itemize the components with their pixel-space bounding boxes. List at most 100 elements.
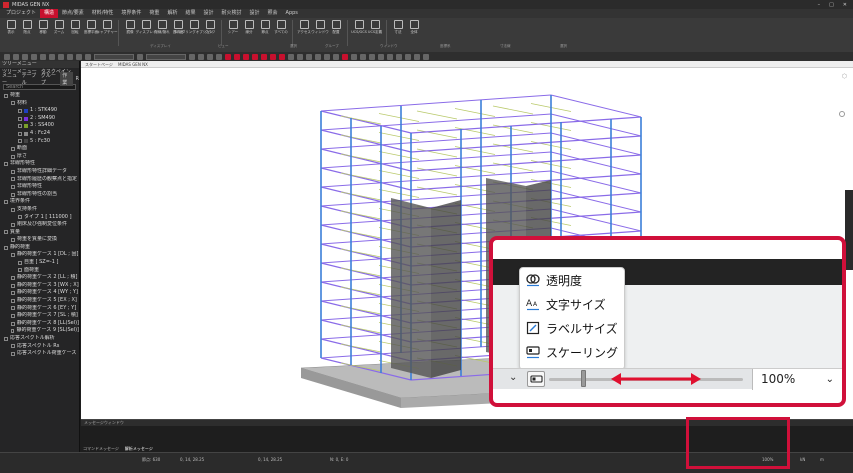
ribbon-button-1[interactable]: 陰点 [20,20,34,35]
subtab-2[interactable]: グループ [41,72,57,86]
ribbon-button-14[interactable]: 線分 [242,20,256,35]
tree-item[interactable]: 荷重を質量に変換 [0,236,79,244]
toolbar-button-icon[interactable] [423,53,429,60]
toolbar-button-icon[interactable] [396,53,402,60]
minimize-icon[interactable]: – [818,2,821,8]
tree-checkbox[interactable] [11,184,15,189]
tree-checkbox[interactable] [18,131,22,136]
toolbar-button-icon[interactable] [351,53,357,60]
toolbar-button-icon[interactable] [225,53,231,60]
ribbon-button-20[interactable]: UCS/GCS [351,20,367,34]
toolbar-button-icon[interactable] [360,53,366,60]
menu-12[interactable]: Apps [282,9,302,18]
toolbar-button-icon[interactable] [137,53,143,60]
toolbar-select[interactable] [94,53,134,60]
tree-item[interactable]: 静的荷重ケース 2 [LL ; 積] [0,274,79,282]
tree-checkbox[interactable] [11,344,15,349]
tree-checkbox[interactable] [11,146,15,151]
menu-item-label-size[interactable]: ラベルサイズ [526,318,618,338]
tree-checkbox[interactable] [4,93,8,98]
gear-icon[interactable] [839,111,845,117]
tree-item[interactable]: 荷重 [0,92,79,100]
menu-7[interactable]: 結果 [181,9,199,18]
menu-1[interactable]: 構造 [40,9,59,18]
tree-item[interactable]: 静的荷重ケース 8 [LL(Sel)] [0,320,79,328]
tree-checkbox[interactable] [4,200,8,205]
tree-checkbox[interactable] [18,268,22,273]
tree-checkbox[interactable] [11,306,15,311]
tree-item[interactable]: 支持条件 [0,206,79,214]
tree-checkbox[interactable] [11,283,15,288]
scaling-mode-button[interactable] [527,371,545,387]
toolbar-button-icon[interactable] [76,53,82,60]
toolbar-button-icon[interactable] [189,53,195,60]
status-length[interactable]: m [820,457,824,462]
toolbar-button-icon[interactable] [288,53,294,60]
subtab-1[interactable]: テーブル [22,72,38,86]
tree-checkbox[interactable] [4,162,8,167]
tree-item[interactable]: 断面 [0,145,79,153]
tree-checkbox[interactable] [18,124,22,129]
tree-checkbox[interactable] [4,245,8,250]
ribbon-button-15[interactable]: 節点 [258,20,272,35]
close-icon[interactable]: ✕ [843,2,847,8]
tree-item[interactable]: 厚さ [0,153,79,161]
ribbon-button-0[interactable]: 表示 [4,20,18,35]
ribbon-button-23[interactable]: 全体 [407,20,421,35]
toolbar-button-icon[interactable] [369,53,375,60]
toolbar-button-icon[interactable] [405,53,411,60]
tree-item[interactable]: 静的荷重ケース 3 [WX ; X] [0,282,79,290]
toolbar-button-icon[interactable] [270,53,276,60]
scaling-percent-select[interactable]: 100% ⌄ [752,369,842,390]
view-cube-icon[interactable]: ⬡ [842,73,847,80]
toolbar-button-icon[interactable] [387,53,393,60]
toolbar-button-icon[interactable] [216,53,222,60]
tree-item[interactable]: 静的荷重ケース 6 [EY ; Y] [0,305,79,313]
tree-item[interactable]: 静的荷重ケース 1 [DL ; 固] [0,251,79,259]
ribbon-button-3[interactable]: ズーム [52,20,66,35]
menu-item-transparency[interactable]: 透明度 [526,270,582,290]
tree-item[interactable]: 材料 [0,100,79,108]
scaling-slider-thumb[interactable] [581,370,586,387]
tab-start-page[interactable]: スタートページ [85,62,113,67]
tree-item[interactable]: 非線形特性詳細データ [0,168,79,176]
toolbar-button-icon[interactable] [324,53,330,60]
toolbar-button-icon[interactable] [252,53,258,60]
tree-item[interactable]: 質量 [0,229,79,237]
tree-item[interactable]: 1 : STK490 [0,107,79,115]
tree-checkbox[interactable] [4,230,8,235]
ribbon-button-6[interactable]: キャプチャー [97,20,117,35]
tree-item[interactable]: 非線形特性の割当 [0,191,79,199]
toolbar-button-icon[interactable] [234,53,240,60]
menu-9[interactable]: 耐火検討 [217,9,245,18]
tree-checkbox[interactable] [11,222,15,227]
tree-checkbox[interactable] [11,101,15,106]
menu-item-scaling[interactable]: スケーリング [526,342,618,362]
tree-checkbox[interactable] [11,253,15,258]
tree-checkbox[interactable] [11,169,15,174]
toolbar-button-icon[interactable] [4,53,10,60]
tree-item[interactable]: 静的荷重ケース 9 [SL(Sel)] [0,327,79,335]
tree-checkbox[interactable] [4,336,8,341]
toolbar-button-icon[interactable] [243,53,249,60]
ribbon-button-2[interactable]: 移動 [36,20,50,35]
toolbar-button-icon[interactable] [67,53,73,60]
tree-item[interactable]: 応答スペクトル荷重ケース [0,350,79,358]
ribbon-button-11[interactable]: レンダリングオプション [175,20,213,35]
menu-item-text-size[interactable]: AA 文字サイズ [526,294,606,314]
menu-8[interactable]: 設計 [199,9,217,18]
tree-item[interactable]: 静的荷重ケース 4 [WY ; Y] [0,289,79,297]
toolbar-button-icon[interactable] [315,53,321,60]
ribbon-button-21[interactable]: UCS定義 [368,20,382,35]
tree-item[interactable]: 非線形履歴の観察点と指定 [0,176,79,184]
tree-checkbox[interactable] [18,139,22,144]
menu-10[interactable]: 設計 [246,9,264,18]
tree-checkbox[interactable] [11,276,15,281]
tree-checkbox[interactable] [18,260,22,265]
menu-5[interactable]: 荷重 [145,9,163,18]
tree-item[interactable]: 境界条件 [0,198,79,206]
tree-item[interactable]: 4 : Fc24 [0,130,79,138]
tree-item[interactable]: 応答スペクトル Rs [0,343,79,351]
toolbar-button-icon[interactable] [85,53,91,60]
tree-checkbox[interactable] [11,177,15,182]
